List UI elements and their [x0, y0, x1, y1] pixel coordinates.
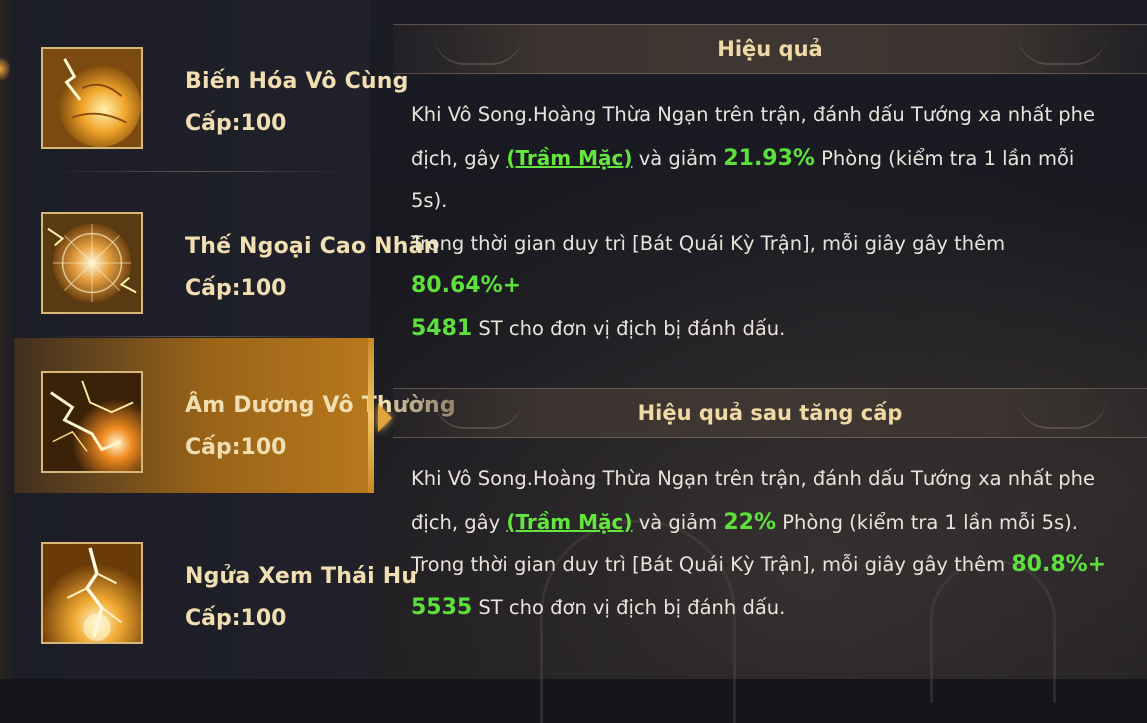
- text: ST cho đơn vị địch bị đánh dấu.: [472, 316, 786, 340]
- text: địch, gây: [411, 510, 507, 534]
- text: Khi Vô Song.Hoàng Thừa Ngạn trên trận, đ…: [411, 467, 1096, 490]
- skill-item-am-duong-vo-thuong[interactable]: Âm Dương Vô Thường Cấp:100: [14, 338, 456, 493]
- text: Khi Vô Song.Hoàng Thừa Ngạn trên trận, đ…: [411, 103, 1096, 126]
- defense-reduction-value: 22%: [723, 509, 776, 535]
- edge-glow: [0, 58, 10, 80]
- skill-level: Cấp:100: [185, 606, 287, 631]
- golden-orb-icon: [41, 47, 143, 149]
- selection-arrow-icon: [378, 404, 392, 432]
- status-tag-link[interactable]: (Trầm Mặc): [506, 510, 632, 534]
- skill-name: Ngửa Xem Thái Hư: [185, 564, 418, 589]
- damage-flat-value: 5535: [411, 594, 473, 620]
- skill-name: Biến Hóa Vô Cùng: [185, 69, 409, 94]
- text: địch, gây: [411, 146, 507, 170]
- upgrade-header: Hiệu quả sau tăng cấp: [393, 388, 1147, 438]
- lightning-crack-icon: [41, 371, 143, 473]
- list-edge: [0, 0, 14, 679]
- skill-item-bien-hoa-vo-cung[interactable]: Biến Hóa Vô Cùng Cấp:100: [28, 7, 408, 172]
- skill-level: Cấp:100: [185, 276, 287, 301]
- divider: [48, 336, 350, 337]
- skill-list: Biến Hóa Vô Cùng Cấp:100 Thế Ngoại Cao N…: [0, 0, 456, 679]
- text: Phòng (kiểm tra 1 lần mỗi 5s).: [776, 510, 1078, 534]
- status-tag-link[interactable]: (Trầm Mặc): [506, 146, 632, 170]
- skill-level: Cấp:100: [185, 435, 287, 460]
- text: Trong thời gian duy trì [Bát Quái Kỳ Trậ…: [411, 231, 1006, 255]
- text: và giảm: [632, 146, 724, 170]
- skill-item-ngua-xem-thai-hu[interactable]: Ngửa Xem Thái Hư Cấp:100: [28, 502, 417, 667]
- effect-header: Hiệu quả: [393, 24, 1147, 74]
- effect-description: Khi Vô Song.Hoàng Thừa Ngạn trên trận, đ…: [393, 74, 1111, 350]
- skill-level: Cấp:100: [185, 111, 287, 136]
- lightning-strike-icon: [41, 542, 143, 644]
- upgrade-title: Hiệu quả sau tăng cấp: [637, 401, 903, 425]
- radiant-sphere-icon: [41, 212, 143, 314]
- damage-percent-value: 80.8%+: [1011, 552, 1107, 577]
- selection-bar: [368, 338, 374, 493]
- damage-percent-value: 80.64%+: [411, 273, 522, 298]
- upgrade-description: Khi Vô Song.Hoàng Thừa Ngạn trên trận, đ…: [393, 438, 1111, 629]
- defense-reduction-value: 21.93%: [723, 145, 815, 171]
- text: và giảm: [632, 510, 724, 534]
- text: ST cho đơn vị địch bị đánh dấu.: [472, 595, 786, 619]
- damage-flat-value: 5481: [411, 315, 473, 341]
- skill-detail-panel: Hiệu quả Khi Vô Song.Hoàng Thừa Ngạn trê…: [393, 24, 1147, 629]
- skill-item-the-ngoai-cao-nhan[interactable]: Thế Ngoại Cao Nhân Cấp:100: [28, 172, 439, 337]
- text: Trong thời gian duy trì [Bát Quái Kỳ Trậ…: [411, 553, 1012, 576]
- effect-title: Hiệu quả: [717, 37, 823, 61]
